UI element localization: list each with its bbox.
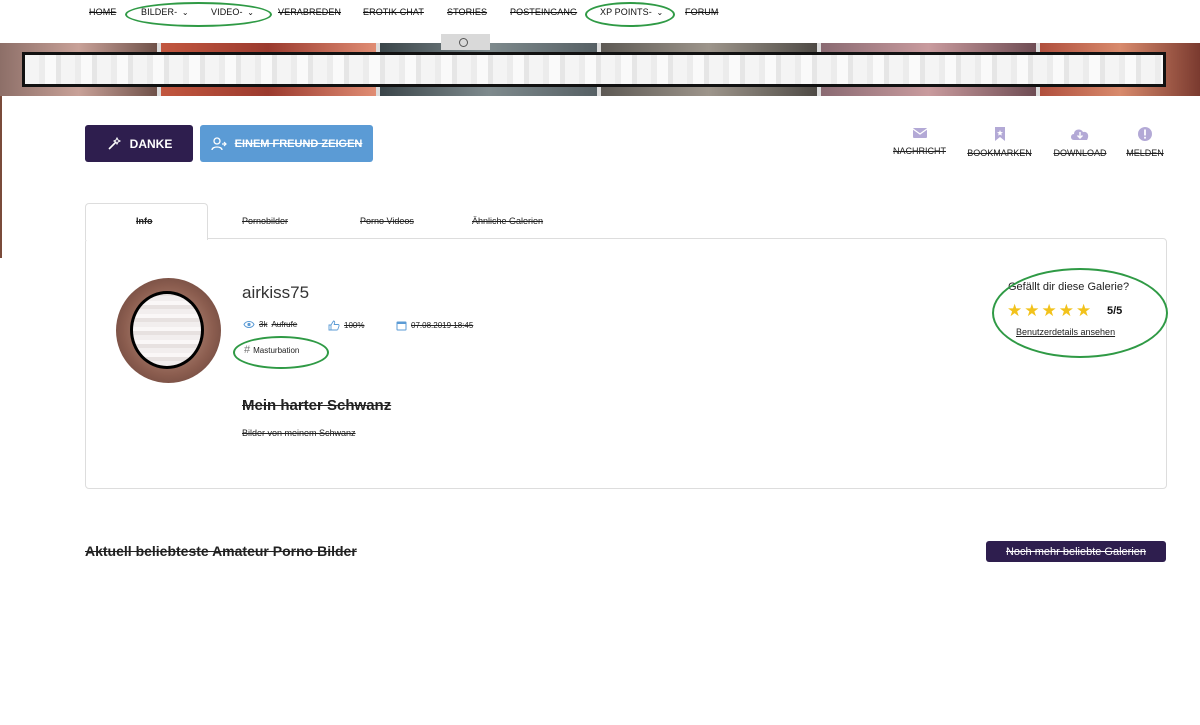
nav-video-label: VIDEO	[211, 7, 240, 17]
left-edge-strip	[0, 96, 2, 258]
rating-question: Gefällt dir diese Galerie?	[1008, 281, 1130, 293]
thanks-button-label: DANKE	[129, 136, 173, 151]
download-label: DOWNLOAD	[1053, 148, 1107, 158]
tab-aehnliche-galerien[interactable]: Ähnliche Galerien	[472, 216, 543, 226]
nav-forum[interactable]: FORUM	[685, 7, 719, 17]
report-action[interactable]: MELDEN	[1124, 126, 1166, 158]
star-icon[interactable]: ★	[1024, 302, 1039, 319]
top-navigation: HOME BILDER- ⌄ VIDEO- ⌄ VERABREDEN EROTI…	[0, 0, 1200, 28]
nav-xp-points-label: XP POINTS	[600, 7, 649, 17]
star-icon[interactable]: ★	[1042, 302, 1057, 319]
eye-icon	[243, 321, 255, 328]
download-action[interactable]: DOWNLOAD	[1050, 126, 1110, 158]
rating-stars[interactable]: ★ ★ ★ ★ ★	[1007, 302, 1091, 319]
gallery-title: Mein harter Schwanz	[242, 397, 392, 414]
message-label: NACHRICHT	[893, 146, 946, 156]
nav-bilder[interactable]: BILDER- ⌄	[141, 7, 189, 17]
star-icon[interactable]: ★	[1076, 302, 1091, 319]
views-label: Aufrufe	[271, 320, 298, 329]
report-label: MELDEN	[1126, 148, 1164, 158]
likes-meta: 100%	[328, 320, 364, 331]
more-galleries-button[interactable]: Noch mehr beliebte Galerien	[986, 541, 1166, 562]
message-action[interactable]: NACHRICHT	[890, 126, 949, 156]
wand-icon	[108, 136, 121, 150]
chevron-down-icon: ⌄	[656, 8, 664, 17]
star-icon[interactable]: ★	[1007, 302, 1022, 319]
gallery-description: Bilder von meinem Schwanz	[242, 428, 356, 438]
thanks-button[interactable]: DANKE	[85, 125, 193, 162]
tab-porno-videos[interactable]: Porno Videos	[360, 216, 414, 226]
share-button-label: EINEM FREUND ZEIGEN	[234, 137, 363, 150]
tag-label: Masturbation	[253, 345, 300, 355]
user-share-icon	[210, 136, 227, 150]
nav-erotik-chat[interactable]: EROTIK CHAT	[363, 7, 424, 17]
chevron-down-icon: ⌄	[247, 8, 255, 17]
views-meta: 3k Aufrufe	[243, 320, 297, 329]
publish-date: 07.08.2019 18:45	[411, 321, 474, 330]
search-icon	[459, 38, 468, 47]
info-panel	[85, 238, 1167, 489]
search-tab-handle[interactable]	[441, 34, 490, 50]
tab-info-label[interactable]: Info	[136, 216, 153, 226]
bookmark-icon	[994, 127, 1005, 141]
nav-verabreden[interactable]: VERABREDEN	[278, 7, 341, 17]
envelope-icon	[912, 128, 927, 138]
nav-xp-points[interactable]: XP POINTS- ⌄	[600, 7, 663, 17]
nav-home[interactable]: HOME	[89, 7, 116, 17]
likes-percent: 100%	[344, 321, 365, 330]
thumbs-up-icon	[328, 320, 340, 331]
bookmark-action[interactable]: BOOKMARKEN	[963, 126, 1036, 158]
nav-bilder-label: BILDER	[141, 7, 175, 17]
nav-video[interactable]: VIDEO- ⌄	[211, 7, 254, 17]
bookmark-label: BOOKMARKEN	[967, 148, 1032, 158]
share-with-friend-button[interactable]: EINEM FREUND ZEIGEN	[200, 125, 373, 162]
redaction-box	[22, 52, 1166, 87]
star-icon[interactable]: ★	[1059, 302, 1074, 319]
tab-pornobilder[interactable]: Pornobilder	[242, 216, 288, 226]
calendar-icon	[396, 321, 407, 331]
nav-posteingang[interactable]: POSTEINGANG	[510, 7, 577, 17]
section-title: Aktuell beliebteste Amateur Porno Bilder	[85, 543, 357, 559]
hashtag-icon: #	[244, 344, 251, 356]
nav-stories[interactable]: STORIES	[447, 7, 487, 17]
cloud-download-icon	[1071, 129, 1089, 140]
avatar[interactable]	[116, 278, 221, 383]
date-meta: 07.08.2019 18:45	[396, 320, 473, 331]
views-count: 3k	[259, 320, 268, 329]
rating-value: 5/5	[1107, 305, 1123, 317]
chevron-down-icon: ⌄	[181, 8, 189, 17]
username[interactable]: airkiss75	[242, 283, 309, 303]
alert-circle-icon	[1138, 127, 1152, 141]
tag-chip[interactable]: # Masturbation	[244, 344, 299, 356]
user-details-link[interactable]: Benutzerdetails ansehen	[1016, 327, 1115, 337]
avatar-redaction	[130, 291, 204, 369]
